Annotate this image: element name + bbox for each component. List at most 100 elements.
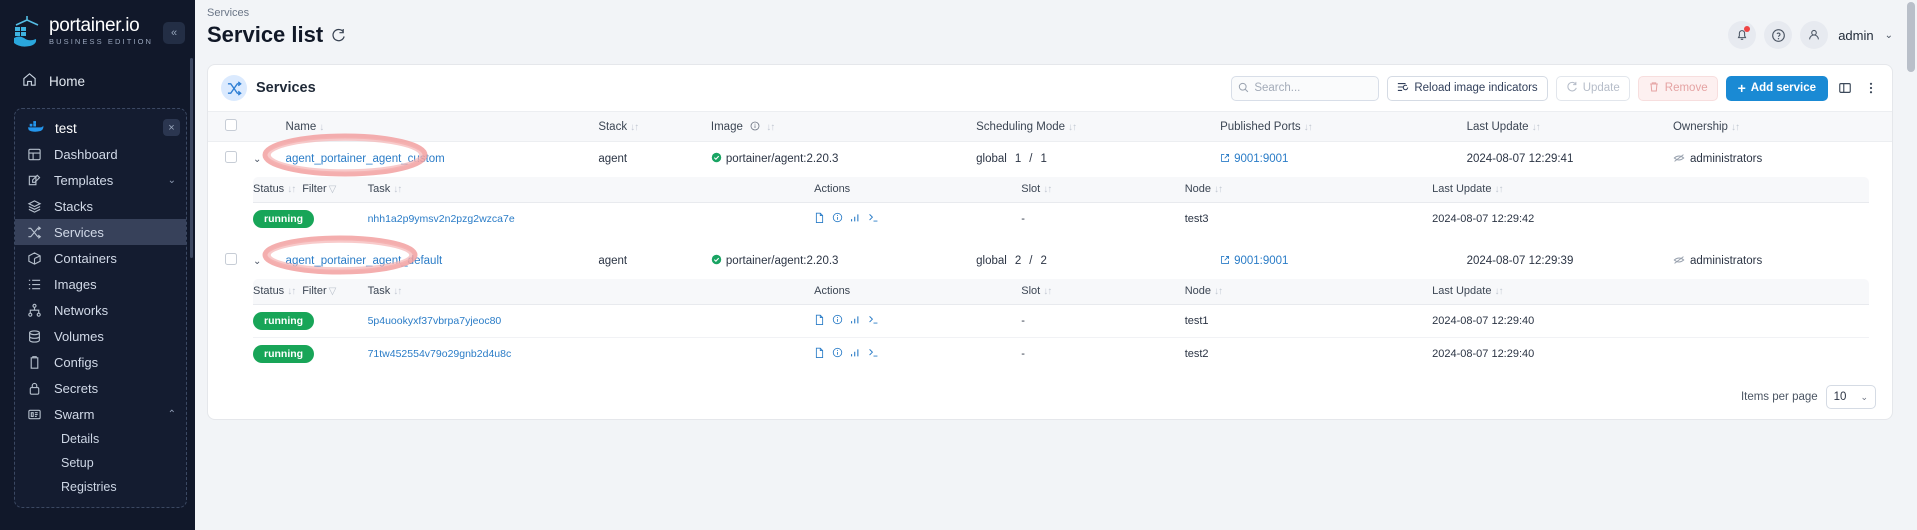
search-box[interactable]: ×	[1231, 75, 1420, 101]
logs-icon[interactable]	[814, 347, 825, 361]
sidebar-item-images[interactable]: Images	[15, 271, 186, 297]
tasks-table: Status ↓↑ Filter ▽ Task ↓↑ Actions Slot ↓↑ Node ↓↑…	[252, 175, 1870, 236]
row-checkbox[interactable]	[224, 253, 237, 265]
refresh-icon[interactable]	[331, 28, 346, 43]
sidebar-item-services[interactable]: Services	[15, 219, 186, 245]
sidebar-collapse-button[interactable]: «	[163, 22, 185, 44]
task-id-link[interactable]: 71tw452554v79o29gnb2d4u8c	[368, 348, 512, 360]
sidebar-item-configs[interactable]: Configs	[15, 349, 186, 375]
console-icon[interactable]	[868, 348, 879, 361]
sidebar-subitem-registries[interactable]: Registries	[15, 475, 186, 499]
task-row[interactable]: running 71tw452554v79o29gnb2d4u8c - test2 20…	[253, 337, 1869, 370]
sort-icon: ↓↑	[1213, 184, 1223, 195]
sidebar-item-home[interactable]: Home	[0, 64, 195, 98]
logs-icon[interactable]	[814, 212, 825, 226]
nested-header-lastupdate[interactable]: Last Update ↓↑	[1432, 278, 1869, 305]
cell-ownership: administrators	[1673, 142, 1892, 176]
reload-image-indicators-button[interactable]: Reload image indicators	[1387, 75, 1548, 101]
sort-icon: ↓↑	[1043, 184, 1052, 195]
swarm-icon	[27, 407, 42, 422]
stats-icon[interactable]	[850, 348, 861, 361]
nested-header-node[interactable]: Node ↓↑	[1184, 176, 1433, 203]
environment-header[interactable]: test ×	[15, 115, 186, 141]
nested-header-status[interactable]: Status ↓↑ Filter ▽	[253, 278, 368, 305]
task-id-link[interactable]: 5p4uookyxf37vbrpa7yjeoc80	[368, 315, 502, 327]
sidebar-item-dashboard[interactable]: Dashboard	[15, 141, 186, 167]
header-scheduling-mode[interactable]: Scheduling Mode ↓↑	[976, 112, 1220, 142]
user-name-label[interactable]: admin	[1838, 28, 1873, 43]
row-checkbox[interactable]	[224, 151, 237, 164]
sidebar-item-containers[interactable]: Containers	[15, 245, 186, 271]
sidebar-item-volumes[interactable]: Volumes	[15, 323, 186, 349]
info-icon[interactable]	[750, 121, 763, 133]
header-stack[interactable]: Stack ↓↑	[598, 112, 711, 142]
columns-icon[interactable]	[1836, 81, 1854, 95]
page-scrollbar[interactable]	[1907, 2, 1915, 72]
select-all-checkbox[interactable]	[224, 119, 237, 131]
chevron-down-icon[interactable]: ⌄	[1885, 30, 1893, 41]
logs-icon[interactable]	[814, 314, 825, 328]
help-button[interactable]	[1764, 21, 1793, 49]
header-ownership[interactable]: Ownership ↓↑	[1673, 112, 1892, 142]
nested-header-task[interactable]: Task ↓↑	[367, 176, 815, 203]
header-image[interactable]: Image ↓↑	[711, 112, 976, 142]
sort-icon: ↓↑	[287, 286, 296, 297]
add-service-button[interactable]: + Add service	[1725, 75, 1828, 101]
published-port-link[interactable]: 9001:9001	[1234, 255, 1288, 267]
service-name-link[interactable]: agent_portainer_agent_default	[286, 255, 443, 267]
search-input[interactable]	[1254, 82, 1409, 94]
remove-button[interactable]: Remove	[1637, 75, 1718, 101]
nested-header-slot[interactable]: Slot ↓↑	[1021, 278, 1185, 305]
console-icon[interactable]	[868, 315, 879, 328]
notifications-button[interactable]	[1728, 21, 1757, 49]
sidebar-item-secrets[interactable]: Secrets	[15, 375, 186, 401]
sidebar-item-label: Networks	[54, 302, 109, 318]
templates-icon	[27, 173, 42, 188]
sidebar-item-swarm[interactable]: Swarm ⌃	[15, 401, 186, 427]
sidebar-item-stacks[interactable]: Stacks	[15, 193, 186, 219]
sidebar-subitem-details[interactable]: Details	[15, 427, 186, 451]
header-published-ports[interactable]: Published Ports ↓↑	[1220, 112, 1466, 142]
filter-icon[interactable]: ▽	[329, 184, 337, 195]
chevron-icon[interactable]: ⌄	[168, 175, 176, 186]
filter-icon[interactable]: ▽	[329, 286, 337, 297]
table-row[interactable]: ⌄ agent_portainer_agent_default agent porta…	[208, 244, 1892, 278]
console-icon[interactable]	[868, 213, 879, 226]
nested-filter-label[interactable]: Filter	[302, 285, 326, 297]
sidebar-subitem-setup[interactable]: Setup	[15, 451, 186, 475]
stats-icon[interactable]	[850, 213, 861, 226]
nested-header-status[interactable]: Status ↓↑ Filter ▽	[253, 176, 368, 203]
nested-header-node[interactable]: Node ↓↑	[1184, 278, 1433, 305]
inspect-icon[interactable]	[832, 347, 843, 361]
kebab-menu-icon[interactable]	[1862, 81, 1880, 95]
task-id-link[interactable]: nhh1a2p9ymsv2n2pzg2wzca7e	[368, 213, 515, 225]
chevron-down-icon[interactable]: ⌄	[253, 256, 265, 267]
task-row[interactable]: running nhh1a2p9ymsv2n2pzg2wzca7e - test3 20…	[253, 202, 1869, 235]
sort-icon: ↓↑	[1213, 286, 1223, 297]
sidebar-scrollbar[interactable]	[190, 58, 193, 258]
inspect-icon[interactable]	[832, 314, 843, 328]
items-per-page-select[interactable]: 10 ⌄	[1825, 385, 1876, 409]
stats-icon[interactable]	[850, 315, 861, 328]
published-port-link[interactable]: 9001:9001	[1234, 153, 1288, 165]
task-row[interactable]: running 5p4uookyxf37vbrpa7yjeoc80 - test1 20…	[253, 304, 1869, 338]
table-row[interactable]: ⌄ agent_portainer_agent_custom agent portai…	[208, 142, 1892, 176]
breadcrumb[interactable]: Services	[207, 7, 346, 19]
close-icon[interactable]: ×	[163, 119, 180, 136]
service-name-link[interactable]: agent_portainer_agent_custom	[286, 153, 445, 165]
inspect-icon[interactable]	[832, 212, 843, 226]
header-name[interactable]: Name ↓	[286, 112, 599, 142]
nested-header-lastupdate[interactable]: Last Update ↓↑	[1432, 176, 1869, 203]
user-avatar[interactable]	[1800, 21, 1829, 49]
header-last-update[interactable]: Last Update ↓↑	[1467, 112, 1673, 142]
chevron-down-icon[interactable]: ⌄	[253, 154, 265, 165]
task-lastupdate-cell: 2024-08-07 12:29:40	[1432, 304, 1869, 338]
nested-header-task[interactable]: Task ↓↑	[367, 278, 815, 305]
sidebar-item-templates[interactable]: Templates ⌄	[15, 167, 186, 193]
images-icon	[27, 277, 42, 292]
chevron-icon[interactable]: ⌃	[168, 409, 176, 420]
update-button[interactable]: Update	[1555, 75, 1630, 101]
sidebar-item-networks[interactable]: Networks	[15, 297, 186, 323]
nested-filter-label[interactable]: Filter	[302, 183, 326, 195]
nested-header-slot[interactable]: Slot ↓↑	[1021, 176, 1185, 203]
